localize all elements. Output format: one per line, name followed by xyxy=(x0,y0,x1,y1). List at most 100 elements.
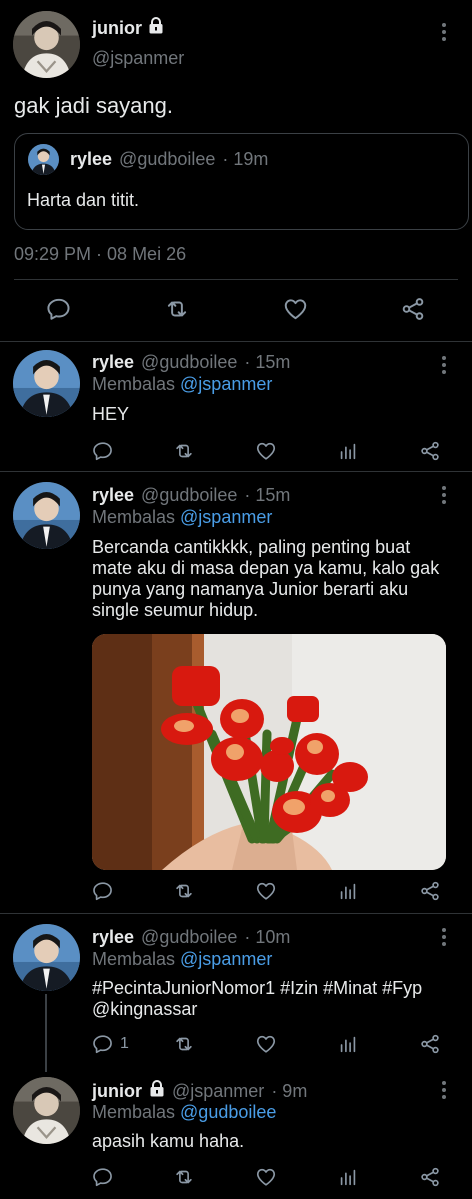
reply-time: · 15m xyxy=(244,352,291,372)
retweet-button[interactable] xyxy=(173,1166,195,1188)
reply-text-line: punya yang namanya Junior berarti aku xyxy=(92,579,409,599)
reply-time: · 10m xyxy=(244,927,291,947)
reply-text: HEY xyxy=(92,404,130,424)
analytics-button[interactable] xyxy=(337,440,359,462)
replying-to-mention[interactable]: @jspanmer xyxy=(180,507,272,528)
replying-label: Membalas xyxy=(92,1102,176,1122)
reply-button[interactable] xyxy=(92,880,120,902)
reply-text: apasih kamu haha. xyxy=(92,1131,245,1151)
reply-count: 1 xyxy=(120,1035,129,1052)
more-icon[interactable] xyxy=(434,350,454,380)
reply-icon xyxy=(93,1035,112,1054)
like-icon xyxy=(256,882,276,900)
analytics-button[interactable] xyxy=(337,1033,359,1055)
like-button[interactable] xyxy=(282,296,309,322)
reply-text-line: Bercanda cantikkkk, paling penting buat xyxy=(92,537,411,557)
share-icon xyxy=(421,881,439,901)
replying-to-mention[interactable]: @jspanmer xyxy=(180,374,272,395)
tweet-timestamp[interactable]: 09:29 PM · 08 Mei 26 xyxy=(14,244,186,265)
analytics-icon xyxy=(340,1169,356,1186)
reply-icon xyxy=(93,882,112,901)
more-icon[interactable] xyxy=(434,480,454,510)
retweet-icon xyxy=(176,1170,192,1184)
like-icon xyxy=(256,442,276,460)
share-button[interactable] xyxy=(419,880,441,902)
analytics-button[interactable] xyxy=(337,1166,359,1188)
retweet-button[interactable] xyxy=(173,440,195,462)
reply-icon xyxy=(93,442,112,461)
reply-author-name[interactable]: rylee xyxy=(92,485,134,506)
quoted-tweet[interactable] xyxy=(14,133,469,230)
retweet-icon xyxy=(176,884,192,898)
reply-text-line: mate aku di masa depan ya kamu, kalo gak xyxy=(92,558,440,578)
more-icon[interactable] xyxy=(434,922,454,952)
reply-button[interactable] xyxy=(46,296,72,322)
avatar[interactable] xyxy=(13,1077,80,1144)
more-icon[interactable] xyxy=(434,17,454,47)
reply-button[interactable]: 1 xyxy=(92,1033,129,1055)
like-button[interactable] xyxy=(255,880,277,902)
replying-label: Membalas xyxy=(92,507,176,527)
share-icon xyxy=(402,298,424,320)
reply-text-line: single seumur hidup. xyxy=(92,600,259,620)
like-icon xyxy=(284,299,307,320)
reply-time: · 9m xyxy=(271,1080,308,1101)
retweet-button[interactable] xyxy=(173,880,195,902)
replying-label: Membalas xyxy=(92,949,176,969)
share-button[interactable] xyxy=(400,296,426,322)
lock-icon xyxy=(149,1080,165,1102)
lock-icon xyxy=(148,17,164,39)
divider xyxy=(0,341,472,342)
reply-author-handle[interactable]: @gudboilee xyxy=(141,927,237,948)
reply-author-handle[interactable]: @jspanmer xyxy=(172,1081,264,1102)
more-icon[interactable] xyxy=(434,1075,454,1105)
author-handle[interactable]: @jspanmer xyxy=(92,48,184,69)
reply-author-name[interactable]: rylee xyxy=(92,927,134,948)
analytics-icon xyxy=(340,443,356,460)
share-icon xyxy=(421,441,439,461)
reply-button[interactable] xyxy=(92,1166,120,1188)
analytics-icon xyxy=(340,883,356,900)
avatar[interactable] xyxy=(13,11,80,78)
quote-time: · 19m xyxy=(222,149,269,169)
replying-to-mention[interactable]: @jspanmer xyxy=(180,949,272,970)
analytics-icon xyxy=(340,1036,356,1053)
like-button[interactable] xyxy=(255,440,277,462)
author-name[interactable]: junior xyxy=(92,18,142,39)
divider xyxy=(14,279,458,280)
mention-link[interactable]: @kingnassar xyxy=(92,999,197,1020)
avatar[interactable] xyxy=(13,482,80,549)
replying-label: Membalas xyxy=(92,374,176,394)
avatar[interactable] xyxy=(13,350,80,417)
analytics-button[interactable] xyxy=(337,880,359,902)
reply-time: · 15m xyxy=(244,485,291,505)
quote-author-handle[interactable]: @gudboilee xyxy=(119,149,215,170)
divider xyxy=(0,471,472,472)
quote-author-name[interactable]: rylee xyxy=(70,149,112,170)
replying-to-mention[interactable]: @gudboilee xyxy=(180,1102,276,1123)
reply-author-handle[interactable]: @gudboilee xyxy=(141,352,237,373)
retweet-button[interactable] xyxy=(163,296,191,322)
reply-author-name[interactable]: rylee xyxy=(92,352,134,373)
like-button[interactable] xyxy=(255,1033,277,1055)
hashtags-line[interactable]: #PecintaJuniorNomor1 #Izin #Minat #Fyp xyxy=(92,978,422,999)
chili-bouquet-photo[interactable] xyxy=(92,634,446,870)
like-button[interactable] xyxy=(255,1166,277,1188)
divider xyxy=(0,913,472,914)
retweet-button[interactable] xyxy=(173,1033,195,1055)
like-icon xyxy=(256,1168,276,1186)
share-icon xyxy=(421,1034,439,1054)
share-icon xyxy=(421,1167,439,1187)
tweet-text: gak jadi sayang. xyxy=(14,93,173,118)
share-button[interactable] xyxy=(419,1033,441,1055)
avatar[interactable] xyxy=(13,924,80,991)
avatar[interactable] xyxy=(28,144,59,175)
share-button[interactable] xyxy=(419,440,441,462)
reply-button[interactable] xyxy=(92,440,120,462)
quote-text: Harta dan titit. xyxy=(27,190,140,210)
reply-author-name[interactable]: junior xyxy=(92,1081,142,1102)
retweet-icon xyxy=(176,1037,192,1051)
reply-icon xyxy=(93,1168,112,1187)
reply-author-handle[interactable]: @gudboilee xyxy=(141,485,237,506)
share-button[interactable] xyxy=(419,1166,441,1188)
